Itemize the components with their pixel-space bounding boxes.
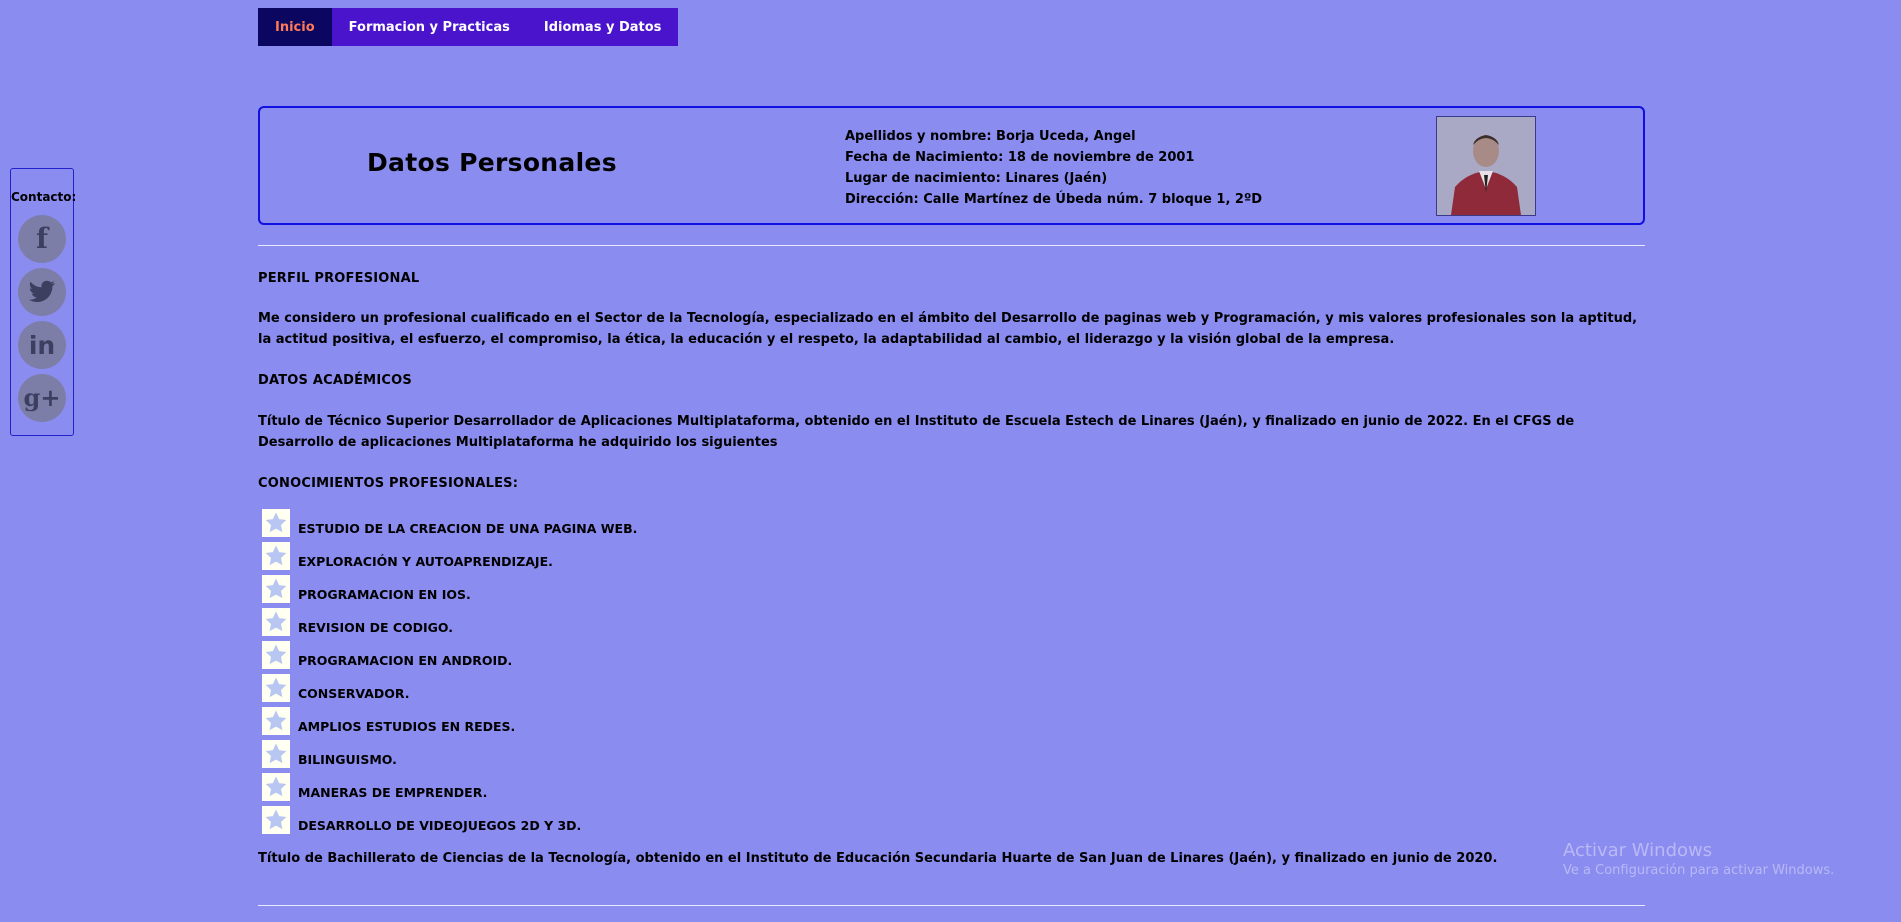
- list-item: BILINGUISMO.: [258, 735, 1645, 768]
- star-icon: [262, 608, 290, 636]
- skill-label: ESTUDIO DE LA CREACION DE UNA PAGINA WEB…: [298, 521, 638, 536]
- main-content: PERFIL PROFESIONAL Me considero un profe…: [258, 268, 1645, 869]
- linkedin-icon[interactable]: in: [18, 321, 66, 369]
- divider-top: [258, 245, 1645, 246]
- list-item: CONSERVADOR.: [258, 669, 1645, 702]
- nav-item-formacion[interactable]: Formacion y Practicas: [332, 8, 527, 46]
- profile-photo: [1436, 116, 1536, 216]
- personal-name: Apellidos y nombre: Borja Uceda, Angel: [845, 129, 1136, 144]
- list-item: DESARROLLO DE VIDEOJUEGOS 2D Y 3D.: [258, 801, 1645, 834]
- skill-label: MANERAS DE EMPRENDER.: [298, 785, 488, 800]
- watermark-title: Activar Windows: [1563, 840, 1713, 861]
- page: Inicio Formacion y Practicas Idiomas y D…: [0, 0, 1901, 922]
- windows-activation-watermark: Activar Windows Ve a Configuración para …: [1563, 840, 1834, 880]
- profile-title: PERFIL PROFESIONAL: [258, 271, 420, 286]
- star-icon: [262, 674, 290, 702]
- twitter-icon[interactable]: [18, 268, 66, 316]
- knowledge-title: CONOCIMIENTOS PROFESIONALES:: [258, 476, 519, 491]
- bachillerato-text: Título de Bachillerato de Ciencias de la…: [258, 851, 1498, 866]
- personal-address: Dirección: Calle Martínez de Úbeda núm. …: [845, 192, 1263, 207]
- skill-label: CONSERVADOR.: [298, 686, 410, 701]
- star-icon: [262, 707, 290, 735]
- skill-label: AMPLIOS ESTUDIOS EN REDES.: [298, 719, 516, 734]
- star-icon: [262, 542, 290, 570]
- social-list: f in g+: [11, 215, 73, 422]
- list-item: ESTUDIO DE LA CREACION DE UNA PAGINA WEB…: [258, 504, 1645, 537]
- divider-bottom: [258, 905, 1645, 906]
- profile-photo-image: [1437, 117, 1535, 215]
- personal-birthdate: Fecha de Nacimiento: 18 de noviembre de …: [845, 150, 1195, 165]
- skills-list: ESTUDIO DE LA CREACION DE UNA PAGINA WEB…: [258, 504, 1645, 834]
- list-item: AMPLIOS ESTUDIOS EN REDES.: [258, 702, 1645, 735]
- academic-text: Título de Técnico Superior Desarrollador…: [258, 414, 1575, 450]
- personal-data-box: Datos Personales Apellidos y nombre: Bor…: [258, 106, 1645, 225]
- skill-label: PROGRAMACION EN IOS.: [298, 587, 471, 602]
- academic-title: DATOS ACADÉMICOS: [258, 373, 412, 388]
- contact-title: Contacto:: [11, 190, 77, 204]
- watermark-subtitle: Ve a Configuración para activar Windows.: [1563, 863, 1835, 878]
- list-item: EXPLORACIÓN Y AUTOAPRENDIZAJE.: [258, 537, 1645, 570]
- profile-text: Me considero un profesional cualificado …: [258, 311, 1638, 347]
- star-icon: [262, 509, 290, 537]
- skill-label: PROGRAMACION EN ANDROID.: [298, 653, 513, 668]
- personal-info: Apellidos y nombre: Borja Uceda, Angel F…: [845, 126, 1262, 210]
- skill-label: REVISION DE CODIGO.: [298, 620, 454, 635]
- star-icon: [262, 806, 290, 834]
- page-title: Datos Personales: [367, 148, 617, 177]
- star-icon: [262, 575, 290, 603]
- personal-birthplace: Lugar de nacimiento: Linares (Jaén): [845, 171, 1108, 186]
- list-item: PROGRAMACION EN ANDROID.: [258, 636, 1645, 669]
- facebook-icon[interactable]: f: [18, 215, 66, 263]
- googleplus-icon[interactable]: g+: [18, 374, 66, 422]
- star-icon: [262, 773, 290, 801]
- top-nav: Inicio Formacion y Practicas Idiomas y D…: [258, 8, 679, 46]
- contact-sidebar: Contacto: f in g+: [10, 168, 77, 436]
- nav-item-inicio[interactable]: Inicio: [258, 8, 332, 46]
- twitter-bird-shape: [28, 280, 56, 303]
- skill-label: DESARROLLO DE VIDEOJUEGOS 2D Y 3D.: [298, 818, 582, 833]
- nav-item-idiomas[interactable]: Idiomas y Datos: [527, 8, 679, 46]
- star-icon: [262, 740, 290, 768]
- list-item: PROGRAMACION EN IOS.: [258, 570, 1645, 603]
- list-item: MANERAS DE EMPRENDER.: [258, 768, 1645, 801]
- star-icon: [262, 641, 290, 669]
- skill-label: BILINGUISMO.: [298, 752, 397, 767]
- list-item: REVISION DE CODIGO.: [258, 603, 1645, 636]
- skill-label: EXPLORACIÓN Y AUTOAPRENDIZAJE.: [298, 554, 553, 569]
